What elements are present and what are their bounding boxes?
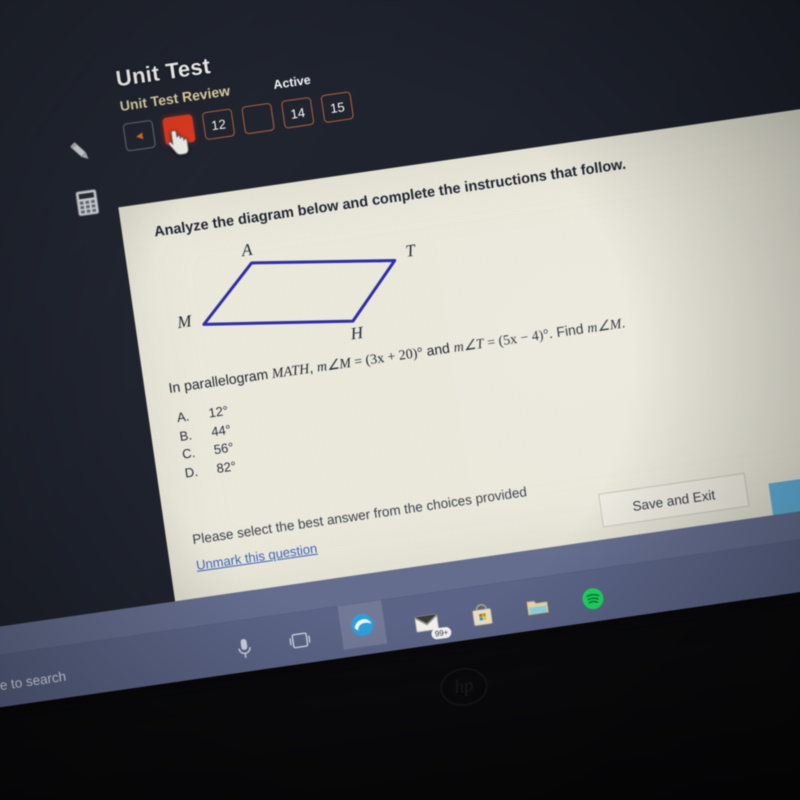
problem-tail: . Find [547, 319, 589, 342]
search-input[interactable]: Type here to search [0, 669, 67, 701]
pager-item-12[interactable]: 12 [201, 108, 236, 141]
choice-letter-b: B. [178, 426, 193, 444]
choice-value-d: 82° [215, 457, 238, 476]
next-button[interactable]: Next [768, 463, 800, 517]
mail-badge: 99+ [431, 626, 453, 640]
vertex-label-m: M [175, 311, 194, 332]
microsoft-store-icon[interactable] [466, 598, 498, 632]
vertex-label-h: H [348, 323, 366, 344]
unmark-question-link[interactable]: Unmark this question [195, 541, 318, 573]
edge-browser-icon[interactable] [337, 599, 388, 650]
photo-of-laptop-screen: hp Unit Test Unit Test Review Active ◀ 1… [0, 0, 800, 800]
vertex-label-t: T [404, 240, 418, 260]
problem-and: and [421, 339, 455, 360]
mail-icon[interactable]: 99+ [411, 606, 453, 640]
problem-lead: In parallelogram [167, 365, 273, 396]
parallelogram-shape [202, 259, 397, 326]
problem-angle-m: m∠M [315, 355, 353, 376]
problem-angle-t: m∠T [452, 336, 485, 356]
pager-item-14[interactable]: 14 [280, 96, 315, 129]
file-explorer-icon[interactable] [522, 590, 554, 624]
calculator-icon [75, 189, 100, 217]
helper-text: Please select the best answer from the c… [191, 484, 528, 548]
problem-figure-name: MATH [270, 361, 311, 383]
choice-letter-a: A. [175, 408, 191, 426]
save-and-exit-button[interactable]: Save and Exit [598, 472, 750, 528]
calculator-tool-button[interactable] [68, 184, 107, 223]
pager-item-13[interactable] [241, 102, 275, 135]
pencil-icon [70, 142, 89, 160]
pager-item-15[interactable]: 15 [320, 91, 355, 124]
laptop-screen: Unit Test Unit Test Review Active ◀ 12 1… [0, 0, 800, 717]
pencil-tool-button[interactable] [61, 132, 100, 171]
problem-find-target: m∠M [586, 316, 623, 337]
problem-equation-1: = (3x + 20)° [349, 345, 424, 371]
microphone-icon[interactable] [229, 632, 261, 666]
vertex-label-a: A [239, 240, 254, 261]
choice-letter-d: D. [183, 463, 199, 481]
spotify-icon[interactable] [577, 582, 609, 616]
choice-letter-c: C. [181, 445, 197, 462]
problem-period: . [620, 314, 627, 331]
pager-previous-button[interactable]: ◀ [122, 119, 157, 152]
answer-choices[interactable]: A. 12° B. 44° C. 56° D. 82° [176, 402, 238, 483]
task-view-icon[interactable] [284, 624, 316, 658]
problem-equation-2: = (5x − 4)° [482, 327, 550, 352]
hand-cursor-icon [168, 130, 189, 156]
